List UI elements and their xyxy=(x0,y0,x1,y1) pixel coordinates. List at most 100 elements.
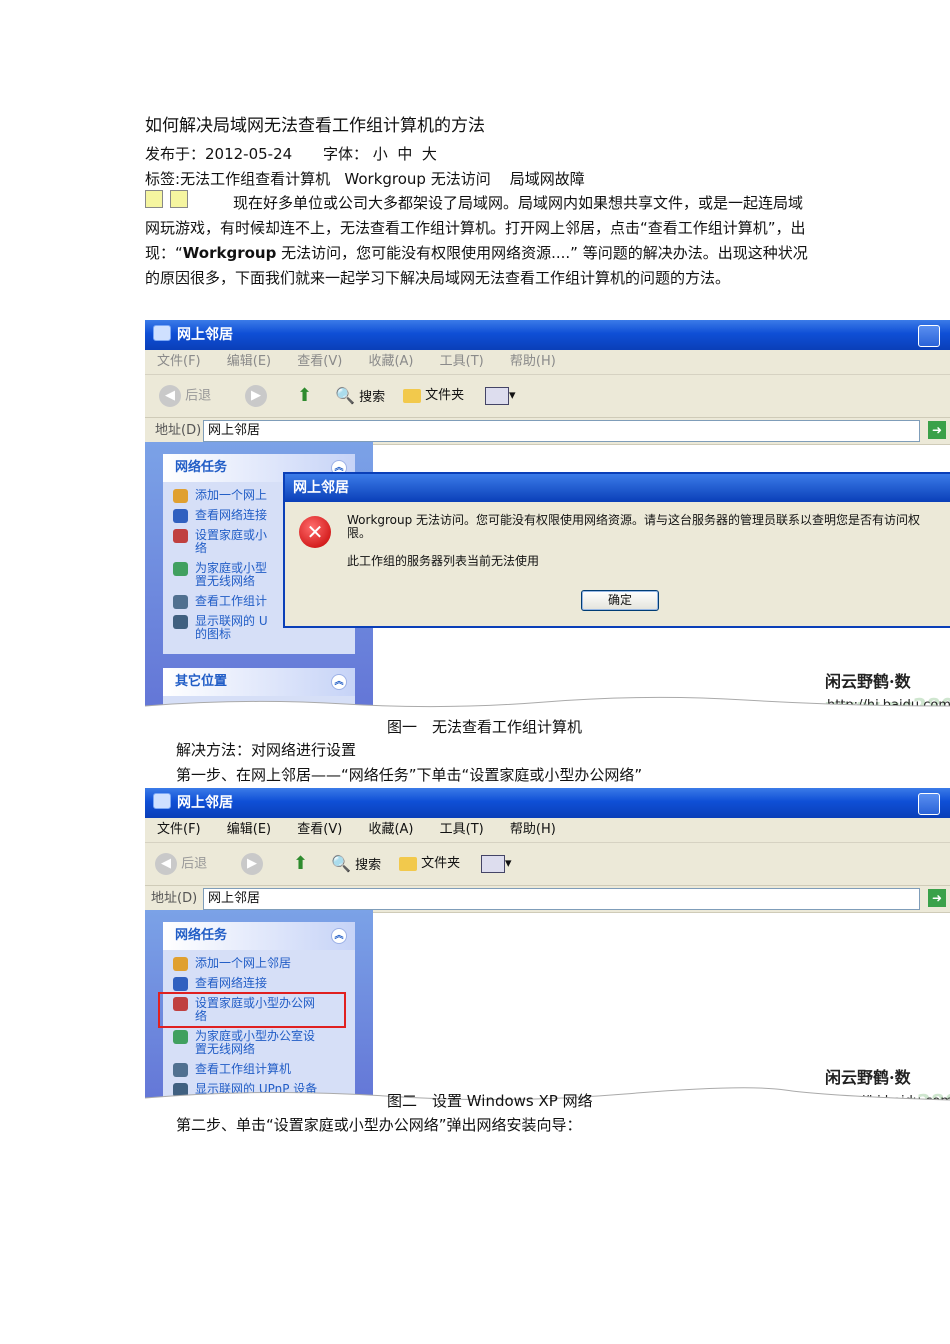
intro-paragraph: 现在好多单位或公司大多都架设了局域网。局域网内如果想共享文件，或是一起连局域网玩… xyxy=(145,191,810,291)
address-bar: 地址(D) 网上邻居 ➜ xyxy=(145,886,950,913)
tag-link[interactable]: 局域网故障 xyxy=(510,170,585,188)
task-view-workgroup[interactable]: 查看工作组计算机 xyxy=(163,1062,355,1077)
collapse-icon[interactable]: ︽ xyxy=(331,928,347,944)
task-label: 添加一个网上邻居 xyxy=(195,956,292,970)
figure2-caption: 图二 设置 Windows XP 网络 xyxy=(387,1092,593,1110)
address-field[interactable]: 网上邻居 xyxy=(203,888,920,910)
up-folder-icon[interactable]: ⬆ xyxy=(293,853,308,875)
network-tasks-header[interactable]: 网络任务 ︽ xyxy=(163,922,355,950)
add-place-icon xyxy=(173,489,188,503)
folders-label: 文件夹 xyxy=(425,388,465,403)
address-field[interactable]: 网上邻居 xyxy=(203,420,920,442)
step1-text: 第一步、在网上邻居——“网络任务”下单击“设置家庭或小型办公网络” xyxy=(176,766,643,784)
address-value: 网上邻居 xyxy=(208,891,261,906)
network-places-icon xyxy=(153,325,171,341)
add-place-icon xyxy=(173,957,188,971)
font-size-control: 字体： 小 中 大 xyxy=(323,142,437,166)
menu-file[interactable]: 文件(F) xyxy=(157,354,201,369)
folder-icon xyxy=(399,856,417,871)
network-tasks-panel: 网络任务 ︽ 添加一个网上邻居 查看网络连接 设置家庭或小型办公网 络 为家庭或小… xyxy=(158,922,355,1108)
task-wireless[interactable]: 为家庭或小型办公室设 置无线网络 xyxy=(163,1030,355,1056)
go-icon[interactable]: ➜ xyxy=(928,889,946,907)
font-size-large[interactable]: 大 xyxy=(422,145,437,163)
menu-view[interactable]: 查看(V) xyxy=(297,822,342,837)
menu-edit[interactable]: 编辑(E) xyxy=(227,822,271,837)
menu-bar: 文件(F) 编辑(E) 查看(V) 收藏(A) 工具(T) 帮助(H) xyxy=(145,350,950,375)
back-button[interactable]: ◀ 后退 xyxy=(155,853,207,875)
setup-icon xyxy=(173,529,188,543)
other-places-title: 其它位置 xyxy=(175,674,228,689)
tag-link[interactable]: 无法工作组查看计算机 xyxy=(180,170,330,188)
dialog-message: Workgroup 无法访问。您可能没有权限使用网络资源。请与这台服务器的管理员… xyxy=(347,513,921,540)
wireless-icon xyxy=(173,562,188,576)
task-label: 查看工作组计 xyxy=(195,594,268,608)
task-label: 添加一个网上 xyxy=(195,488,268,502)
solution-label: 解决方法：对网络进行设置 xyxy=(176,741,357,759)
tag-link[interactable]: Workgroup 无法访问 xyxy=(344,170,490,188)
upnp-icon xyxy=(173,615,188,629)
back-button[interactable]: ◀ 后退 xyxy=(159,385,211,407)
font-size-small[interactable]: 小 xyxy=(373,145,388,163)
menu-view[interactable]: 查看(V) xyxy=(297,354,342,369)
address-bar: 地址(D) 网上邻居 ➜ xyxy=(145,418,950,445)
search-label: 搜索 xyxy=(355,858,382,873)
address-label: 地址(D) xyxy=(151,891,198,906)
torn-edge xyxy=(145,696,950,715)
window-titlebar: 网上邻居 xyxy=(145,320,950,350)
setup-icon xyxy=(173,997,188,1011)
figure2-screenshot: 网上邻居 文件(F) 编辑(E) 查看(V) 收藏(A) 工具(T) 帮助(H)… xyxy=(145,788,950,1108)
font-size-label: 字体： xyxy=(323,145,369,163)
figure1-caption: 图一 无法查看工作组计算机 xyxy=(387,718,583,736)
menu-bar: 文件(F) 编辑(E) 查看(V) 收藏(A) 工具(T) 帮助(H) xyxy=(145,818,950,843)
folders-label: 文件夹 xyxy=(421,856,461,871)
dialog-titlebar: 网上邻居✕ xyxy=(285,474,950,502)
views-button[interactable]: ▾ xyxy=(481,853,512,875)
wireless-icon xyxy=(173,1030,188,1044)
menu-tools[interactable]: 工具(T) xyxy=(440,354,484,369)
error-dialog: 网上邻居✕ ✕ Workgroup 无法访问。您可能没有权限使用网络资源。请与这… xyxy=(283,472,950,628)
views-icon xyxy=(481,854,505,873)
workgroup-icon xyxy=(173,595,188,609)
ok-button[interactable]: 确定 xyxy=(581,590,659,611)
task-label: 为家庭或小型办公室设 置无线网络 xyxy=(195,1029,316,1056)
network-tasks-title: 网络任务 xyxy=(175,928,228,943)
network-places-icon xyxy=(153,793,171,809)
menu-favorites[interactable]: 收藏(A) xyxy=(368,822,413,837)
minimize-button[interactable] xyxy=(918,325,940,347)
up-folder-icon[interactable]: ⬆ xyxy=(297,385,312,407)
font-size-medium[interactable]: 中 xyxy=(397,145,412,163)
forward-button[interactable]: ▶ xyxy=(241,853,263,875)
go-icon[interactable]: ➜ xyxy=(928,421,946,439)
error-icon: ✕ xyxy=(299,516,331,548)
minimize-button[interactable] xyxy=(918,793,940,815)
task-view-connections[interactable]: 查看网络连接 xyxy=(163,976,355,991)
task-add-network-place[interactable]: 添加一个网上邻居 xyxy=(163,956,355,971)
workgroup-icon xyxy=(173,1063,188,1077)
menu-edit[interactable]: 编辑(E) xyxy=(227,354,271,369)
folders-button[interactable]: 文件夹 xyxy=(399,853,460,875)
forward-button[interactable]: ▶ xyxy=(245,385,267,407)
article-title: 如何解决局域网无法查看工作组计算机的方法 xyxy=(145,116,485,136)
back-label: 后退 xyxy=(181,856,208,872)
network-tasks-title: 网络任务 xyxy=(175,460,228,475)
search-button[interactable]: 🔍 搜索 xyxy=(331,853,381,875)
menu-help[interactable]: 帮助(H) xyxy=(510,822,556,837)
task-label: 显示联网的 U 的图标 xyxy=(195,614,268,641)
menu-favorites[interactable]: 收藏(A) xyxy=(368,354,413,369)
views-button[interactable]: ▾ xyxy=(485,385,516,407)
search-button[interactable]: 🔍 搜索 xyxy=(335,385,385,407)
task-label: 查看工作组计算机 xyxy=(195,1062,292,1076)
toolbar: ◀ 后退 ▶ ⬆ 🔍 搜索 文件夹 ▾ xyxy=(145,843,950,886)
collapse-icon[interactable]: ︽ xyxy=(331,674,347,690)
menu-tools[interactable]: 工具(T) xyxy=(440,822,484,837)
figure1-screenshot: 网上邻居 文件(F) 编辑(E) 查看(V) 收藏(A) 工具(T) 帮助(H)… xyxy=(145,320,950,715)
task-label: 为家庭或小型 置无线网络 xyxy=(195,561,268,588)
menu-file[interactable]: 文件(F) xyxy=(157,822,201,837)
folders-button[interactable]: 文件夹 xyxy=(403,385,464,407)
menu-help[interactable]: 帮助(H) xyxy=(510,354,556,369)
views-icon xyxy=(485,386,509,405)
connections-icon xyxy=(173,977,188,991)
dialog-title: 网上邻居 xyxy=(293,480,349,496)
task-label: 查看网络连接 xyxy=(195,976,268,990)
task-setup-network-highlighted[interactable]: 设置家庭或小型办公网 络 xyxy=(158,992,346,1028)
